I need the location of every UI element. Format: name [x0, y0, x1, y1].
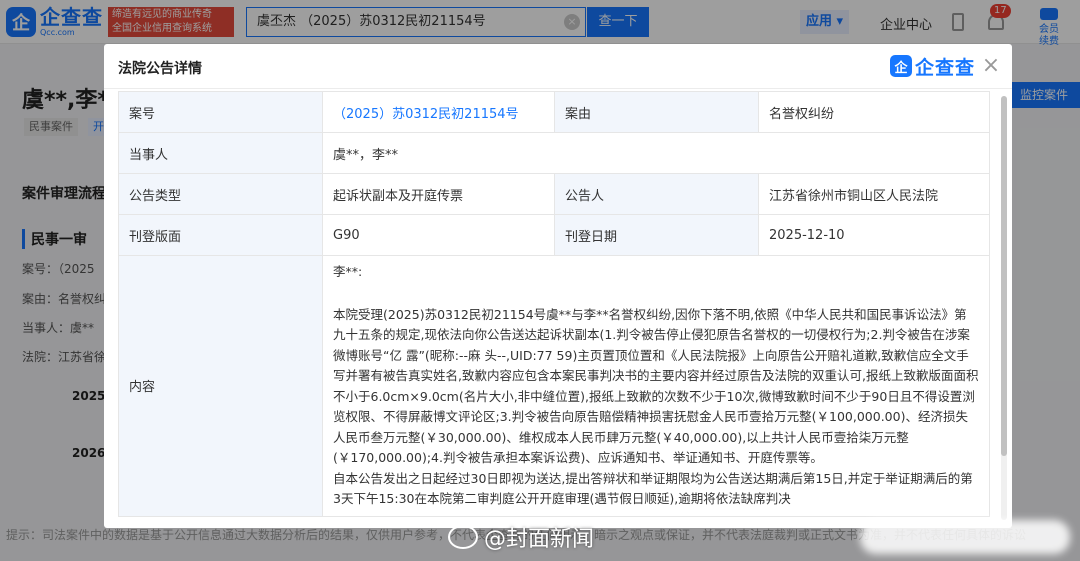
- announcer-value: 江苏省徐州市铜山区人民法院: [758, 173, 990, 215]
- dialog-logo-name: 企查查: [915, 56, 976, 79]
- table-row: 内容 李**: 本院受理(2025)苏0312民初21154号虞**与李**名誉…: [118, 255, 990, 517]
- notice-detail-table: 案号 （2025）苏0312民初21154号 案由 名誉权纠纷 当事人 虞**，…: [118, 91, 990, 517]
- case-no-link[interactable]: （2025）苏0312民初21154号: [322, 91, 555, 133]
- dialog-scrollbar[interactable]: [1001, 96, 1007, 520]
- content-paragraph: 本院受理(2025)苏0312民初21154号虞**与李**名誉权纠纷,因你下落…: [333, 306, 979, 466]
- scrollbar-thumb[interactable]: [1001, 96, 1007, 456]
- close-icon[interactable]: ×: [980, 54, 1002, 78]
- dialog-title: 法院公告详情: [118, 61, 202, 77]
- table-row: 案号 （2025）苏0312民初21154号 案由 名誉权纠纷: [118, 91, 990, 133]
- notice-type-value: 起诉状副本及开庭传票: [322, 173, 555, 215]
- cause-value: 名誉权纠纷: [758, 91, 990, 133]
- date-value: 2025-12-10: [758, 214, 990, 256]
- blurred-watermark: [860, 520, 1070, 554]
- party-label: 当事人: [118, 132, 323, 174]
- qcc-logo-icon: 企: [890, 55, 912, 77]
- date-label: 刊登日期: [554, 214, 759, 256]
- content-label: 内容: [118, 255, 323, 517]
- content-paragraph: 自本公告发出之日起经过30日即视为送达,提出答辩状和举证期限均为公告送达期满后第…: [333, 470, 973, 507]
- content-addressee: 李**:: [333, 264, 363, 279]
- content-value: 李**: 本院受理(2025)苏0312民初21154号虞**与李**名誉权纠纷…: [322, 255, 990, 517]
- court-notice-dialog: 法院公告详情 企 企查查 × 案号 （2025）苏0312民初21154号 案由…: [104, 44, 1012, 528]
- weibo-icon: [448, 525, 478, 549]
- dialog-header: 法院公告详情 企 企查查 ×: [104, 44, 1012, 89]
- case-no-label: 案号: [118, 91, 323, 133]
- table-row: 当事人 虞**，李**: [118, 132, 990, 174]
- page-label: 刊登版面: [118, 214, 323, 256]
- notice-type-label: 公告类型: [118, 173, 323, 215]
- cause-label: 案由: [554, 91, 759, 133]
- dialog-logo: 企 企查查: [890, 53, 975, 79]
- page-value: G90: [322, 214, 555, 256]
- party-value: 虞**，李**: [322, 132, 990, 174]
- announcer-label: 公告人: [554, 173, 759, 215]
- news-watermark: @封面新闻: [448, 520, 594, 554]
- table-row: 刊登版面 G90 刊登日期 2025-12-10: [118, 214, 990, 256]
- table-row: 公告类型 起诉状副本及开庭传票 公告人 江苏省徐州市铜山区人民法院: [118, 173, 990, 215]
